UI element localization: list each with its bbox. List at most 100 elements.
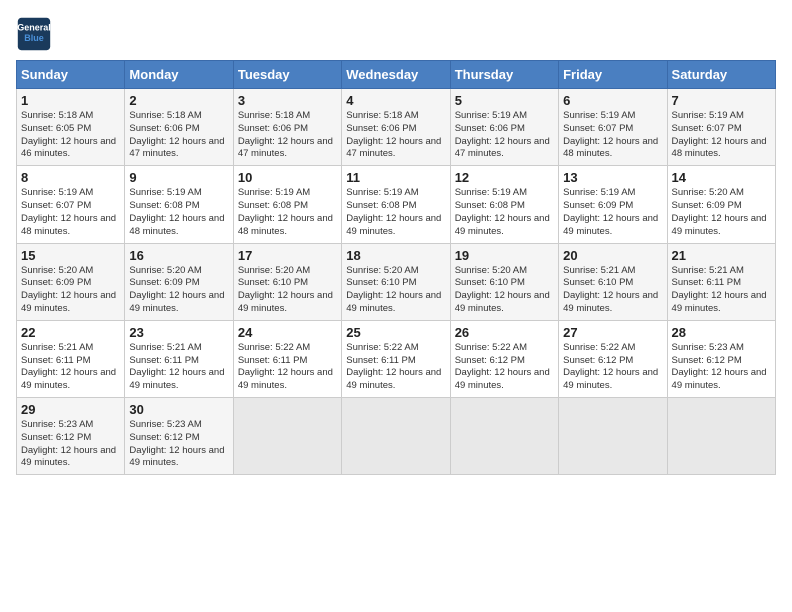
calendar-cell: 18 Sunrise: 5:20 AM Sunset: 6:10 PM Dayl… [342,243,450,320]
day-number: 25 [346,325,445,340]
day-number: 1 [21,93,120,108]
day-number: 23 [129,325,228,340]
day-number: 7 [672,93,771,108]
weekday-header-friday: Friday [559,61,667,89]
day-info: Sunrise: 5:18 AM Sunset: 6:06 PM Dayligh… [346,110,445,161]
calendar-cell: 14 Sunrise: 5:20 AM Sunset: 6:09 PM Dayl… [667,166,775,243]
day-info: Sunrise: 5:19 AM Sunset: 6:07 PM Dayligh… [563,110,662,161]
calendar-cell: 2 Sunrise: 5:18 AM Sunset: 6:06 PM Dayli… [125,89,233,166]
weekday-header-wednesday: Wednesday [342,61,450,89]
calendar-cell [559,398,667,475]
day-info: Sunrise: 5:19 AM Sunset: 6:08 PM Dayligh… [346,187,445,238]
day-info: Sunrise: 5:22 AM Sunset: 6:11 PM Dayligh… [346,342,445,393]
day-info: Sunrise: 5:22 AM Sunset: 6:12 PM Dayligh… [563,342,662,393]
day-number: 5 [455,93,554,108]
header: General Blue [16,16,776,52]
day-number: 17 [238,248,337,263]
day-number: 11 [346,170,445,185]
day-number: 2 [129,93,228,108]
day-number: 30 [129,402,228,417]
day-number: 24 [238,325,337,340]
weekday-header-tuesday: Tuesday [233,61,341,89]
calendar-cell: 6 Sunrise: 5:19 AM Sunset: 6:07 PM Dayli… [559,89,667,166]
calendar-cell [667,398,775,475]
day-info: Sunrise: 5:23 AM Sunset: 6:12 PM Dayligh… [21,419,120,470]
day-number: 14 [672,170,771,185]
day-number: 6 [563,93,662,108]
day-number: 9 [129,170,228,185]
calendar-cell: 28 Sunrise: 5:23 AM Sunset: 6:12 PM Dayl… [667,320,775,397]
calendar-table: SundayMondayTuesdayWednesdayThursdayFrid… [16,60,776,475]
calendar-cell: 26 Sunrise: 5:22 AM Sunset: 6:12 PM Dayl… [450,320,558,397]
calendar-cell: 16 Sunrise: 5:20 AM Sunset: 6:09 PM Dayl… [125,243,233,320]
calendar-cell: 19 Sunrise: 5:20 AM Sunset: 6:10 PM Dayl… [450,243,558,320]
day-info: Sunrise: 5:19 AM Sunset: 6:09 PM Dayligh… [563,187,662,238]
logo-icon: General Blue [16,16,52,52]
calendar-cell: 7 Sunrise: 5:19 AM Sunset: 6:07 PM Dayli… [667,89,775,166]
day-number: 3 [238,93,337,108]
svg-text:Blue: Blue [24,33,44,43]
day-number: 19 [455,248,554,263]
day-info: Sunrise: 5:21 AM Sunset: 6:11 PM Dayligh… [21,342,120,393]
day-info: Sunrise: 5:21 AM Sunset: 6:11 PM Dayligh… [672,265,771,316]
calendar-cell: 5 Sunrise: 5:19 AM Sunset: 6:06 PM Dayli… [450,89,558,166]
calendar-cell: 23 Sunrise: 5:21 AM Sunset: 6:11 PM Dayl… [125,320,233,397]
day-number: 15 [21,248,120,263]
day-info: Sunrise: 5:20 AM Sunset: 6:09 PM Dayligh… [21,265,120,316]
weekday-header-saturday: Saturday [667,61,775,89]
calendar-cell: 20 Sunrise: 5:21 AM Sunset: 6:10 PM Dayl… [559,243,667,320]
weekday-header-monday: Monday [125,61,233,89]
day-info: Sunrise: 5:21 AM Sunset: 6:10 PM Dayligh… [563,265,662,316]
calendar-cell: 30 Sunrise: 5:23 AM Sunset: 6:12 PM Dayl… [125,398,233,475]
calendar-cell: 1 Sunrise: 5:18 AM Sunset: 6:05 PM Dayli… [17,89,125,166]
calendar-cell: 27 Sunrise: 5:22 AM Sunset: 6:12 PM Dayl… [559,320,667,397]
calendar-cell: 4 Sunrise: 5:18 AM Sunset: 6:06 PM Dayli… [342,89,450,166]
calendar-cell: 11 Sunrise: 5:19 AM Sunset: 6:08 PM Dayl… [342,166,450,243]
weekday-header-thursday: Thursday [450,61,558,89]
calendar-cell: 15 Sunrise: 5:20 AM Sunset: 6:09 PM Dayl… [17,243,125,320]
day-number: 21 [672,248,771,263]
calendar-cell: 12 Sunrise: 5:19 AM Sunset: 6:08 PM Dayl… [450,166,558,243]
day-info: Sunrise: 5:18 AM Sunset: 6:05 PM Dayligh… [21,110,120,161]
day-number: 29 [21,402,120,417]
day-info: Sunrise: 5:21 AM Sunset: 6:11 PM Dayligh… [129,342,228,393]
calendar-cell: 22 Sunrise: 5:21 AM Sunset: 6:11 PM Dayl… [17,320,125,397]
logo: General Blue [16,16,56,52]
day-info: Sunrise: 5:20 AM Sunset: 6:10 PM Dayligh… [346,265,445,316]
day-number: 4 [346,93,445,108]
day-number: 20 [563,248,662,263]
day-number: 16 [129,248,228,263]
day-number: 8 [21,170,120,185]
day-info: Sunrise: 5:19 AM Sunset: 6:08 PM Dayligh… [129,187,228,238]
calendar-cell: 24 Sunrise: 5:22 AM Sunset: 6:11 PM Dayl… [233,320,341,397]
calendar-cell [233,398,341,475]
day-info: Sunrise: 5:20 AM Sunset: 6:10 PM Dayligh… [455,265,554,316]
day-info: Sunrise: 5:22 AM Sunset: 6:11 PM Dayligh… [238,342,337,393]
day-info: Sunrise: 5:22 AM Sunset: 6:12 PM Dayligh… [455,342,554,393]
day-info: Sunrise: 5:20 AM Sunset: 6:09 PM Dayligh… [129,265,228,316]
calendar-cell [450,398,558,475]
calendar-cell: 17 Sunrise: 5:20 AM Sunset: 6:10 PM Dayl… [233,243,341,320]
calendar-cell [342,398,450,475]
calendar-cell: 25 Sunrise: 5:22 AM Sunset: 6:11 PM Dayl… [342,320,450,397]
day-info: Sunrise: 5:18 AM Sunset: 6:06 PM Dayligh… [238,110,337,161]
day-info: Sunrise: 5:19 AM Sunset: 6:07 PM Dayligh… [672,110,771,161]
day-number: 26 [455,325,554,340]
day-number: 12 [455,170,554,185]
day-info: Sunrise: 5:19 AM Sunset: 6:08 PM Dayligh… [238,187,337,238]
day-number: 28 [672,325,771,340]
day-info: Sunrise: 5:23 AM Sunset: 6:12 PM Dayligh… [672,342,771,393]
day-info: Sunrise: 5:19 AM Sunset: 6:06 PM Dayligh… [455,110,554,161]
day-info: Sunrise: 5:19 AM Sunset: 6:07 PM Dayligh… [21,187,120,238]
day-info: Sunrise: 5:20 AM Sunset: 6:10 PM Dayligh… [238,265,337,316]
calendar-cell: 29 Sunrise: 5:23 AM Sunset: 6:12 PM Dayl… [17,398,125,475]
day-number: 13 [563,170,662,185]
calendar-cell: 13 Sunrise: 5:19 AM Sunset: 6:09 PM Dayl… [559,166,667,243]
day-number: 18 [346,248,445,263]
day-number: 27 [563,325,662,340]
svg-text:General: General [17,22,51,32]
day-info: Sunrise: 5:18 AM Sunset: 6:06 PM Dayligh… [129,110,228,161]
calendar-cell: 10 Sunrise: 5:19 AM Sunset: 6:08 PM Dayl… [233,166,341,243]
day-number: 22 [21,325,120,340]
day-number: 10 [238,170,337,185]
